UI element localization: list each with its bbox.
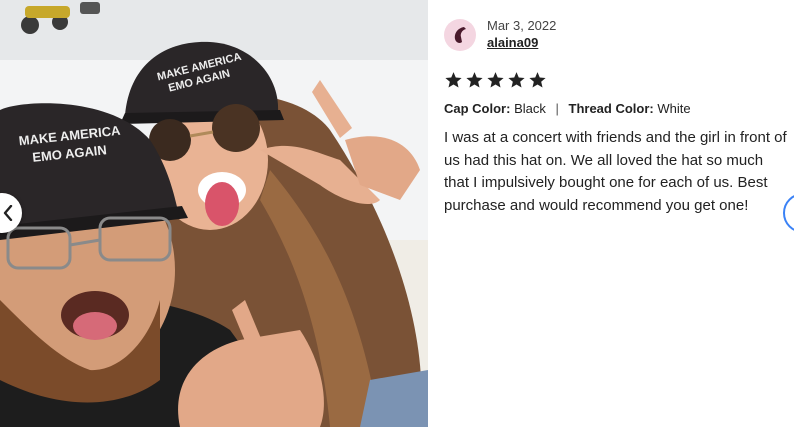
review-panel: Mar 3, 2022 alaina09 Cap Color: Black | … bbox=[444, 18, 789, 217]
photo-illustration: MAKE AMERICA EMO AGAIN MAKE AMERICA EMO … bbox=[0, 0, 428, 427]
chevron-left-icon bbox=[3, 205, 13, 221]
review-photo[interactable]: MAKE AMERICA EMO AGAIN MAKE AMERICA EMO … bbox=[0, 0, 428, 427]
star-icon bbox=[529, 72, 546, 88]
thread-color-value: White bbox=[657, 101, 691, 116]
review-header: Mar 3, 2022 alaina09 bbox=[444, 18, 789, 51]
reviewer-avatar-icon bbox=[454, 26, 466, 43]
star-icon bbox=[508, 72, 525, 88]
star-icon bbox=[466, 72, 483, 88]
thread-color-label: Thread Color: bbox=[568, 101, 654, 116]
purchase-options: Cap Color: Black | Thread Color: White bbox=[444, 101, 789, 117]
star-icon bbox=[487, 72, 504, 88]
review-text: I was at a concert with friends and the … bbox=[444, 129, 787, 214]
avatar[interactable] bbox=[444, 18, 476, 51]
cap-color-value: Black bbox=[514, 101, 546, 116]
review-date: Mar 3, 2022 bbox=[487, 18, 557, 33]
star-icon bbox=[445, 72, 462, 88]
star-rating bbox=[444, 71, 789, 90]
options-separator: | bbox=[555, 101, 559, 116]
cap-color-label: Cap Color: bbox=[444, 101, 511, 116]
reviewer-username[interactable]: alaina09 bbox=[487, 34, 556, 51]
review-meta: Mar 3, 2022 alaina09 bbox=[487, 18, 556, 51]
